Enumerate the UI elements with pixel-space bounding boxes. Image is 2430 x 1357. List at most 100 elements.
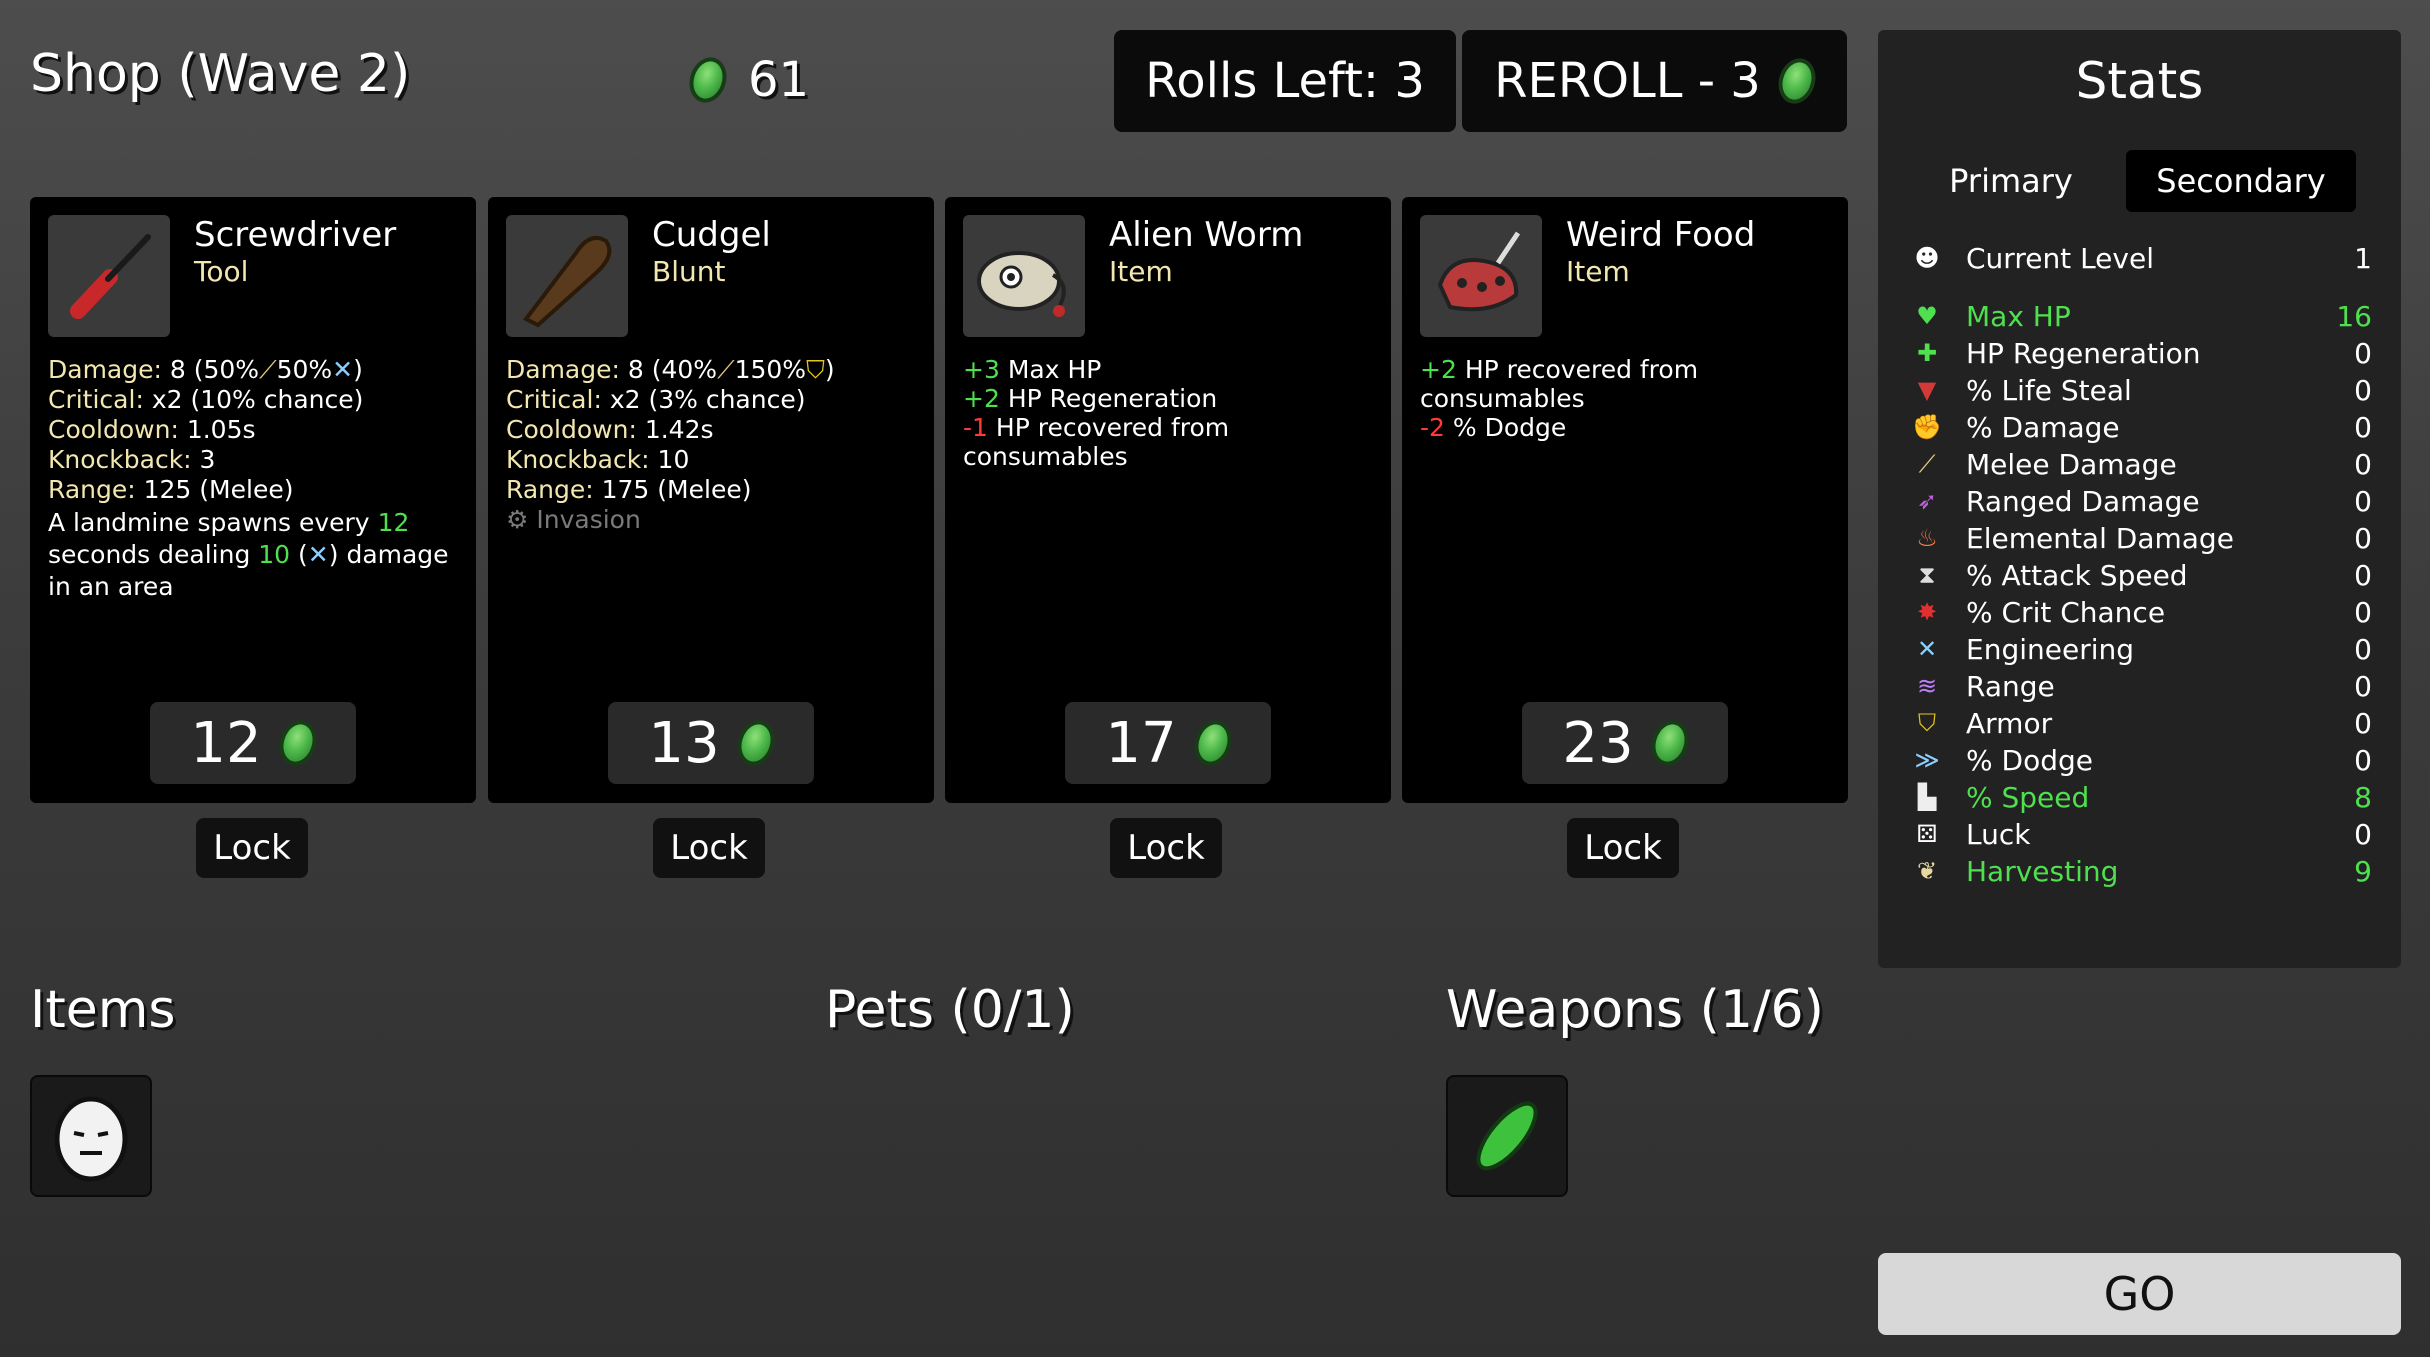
item-type: Blunt xyxy=(652,255,726,288)
effect-value: 10 xyxy=(258,540,291,569)
stat-value: 0 xyxy=(2354,817,2372,851)
level-icon: ☻ xyxy=(1914,244,1940,272)
item-type: Item xyxy=(1566,255,1630,288)
item-slot[interactable] xyxy=(30,1075,152,1197)
stat-value: 0 xyxy=(2354,743,2372,777)
reroll-button[interactable]: REROLL - 3 xyxy=(1462,30,1847,132)
life-steal-icon: ▼ xyxy=(1917,376,1937,404)
hourglass-icon: ⧗ xyxy=(1918,561,1936,589)
price-tag[interactable]: 13 xyxy=(608,702,814,784)
stat-value: 1 xyxy=(2354,241,2372,275)
sword-icon: ⟋ xyxy=(1918,450,1936,478)
material-icon xyxy=(1772,53,1822,109)
cudgel-icon xyxy=(506,215,628,337)
effect-value: +3 xyxy=(963,355,1000,384)
gear-icon: ⚙ xyxy=(506,505,529,534)
stat-value: 50% xyxy=(276,355,333,384)
stat-value: x2 (3% chance) xyxy=(609,385,806,414)
stat-value: 0 xyxy=(2354,595,2372,629)
stat-label: Range: xyxy=(506,475,594,504)
item-description: +2 HP recovered from consumables -2 % Do… xyxy=(1420,355,1834,442)
stat-value: 8 (50% xyxy=(169,355,260,384)
stat-name: Range xyxy=(1966,669,2055,703)
shop-card-alien-worm[interactable]: Alien Worm Item +3 Max HP +2 HP Regenera… xyxy=(945,197,1391,803)
stat-value: 0 xyxy=(2354,706,2372,740)
reroll-label: REROLL - 3 xyxy=(1494,53,1761,109)
material-icon xyxy=(731,715,780,771)
weapons-heading: Weapons (1/6) xyxy=(1446,980,1824,1040)
stat-label: Range: xyxy=(48,475,136,504)
stat-value: 16 xyxy=(2336,299,2372,333)
stat-value: 1.42s xyxy=(644,415,714,444)
gold-amount: 61 xyxy=(748,52,810,108)
stat-row: ♥ Max HP 16 xyxy=(1912,298,2372,334)
material-icon xyxy=(1188,715,1237,771)
tab-secondary[interactable]: Secondary xyxy=(2126,150,2356,212)
stat-row: ✚ HP Regeneration 0 xyxy=(1912,335,2372,371)
effect-value: 12 xyxy=(377,508,410,537)
item-name: Weird Food xyxy=(1566,215,1756,255)
lock-button[interactable]: Lock xyxy=(653,818,765,878)
effect-value: +2 xyxy=(1420,355,1457,384)
shop-card-cudgel[interactable]: Cudgel Blunt Damage: 8 (40%⟋150%⛉) Criti… xyxy=(488,197,934,803)
weird-food-icon xyxy=(1420,215,1542,337)
effect-text: ( xyxy=(298,540,308,569)
dodge-icon: ≫ xyxy=(1914,746,1940,774)
stat-value: 0 xyxy=(2354,632,2372,666)
stat-row: ▙ % Speed 8 xyxy=(1912,779,2372,815)
lock-button[interactable]: Lock xyxy=(1567,818,1679,878)
item-description: Damage: 8 (40%⟋150%⛉) Critical: x2 (3% c… xyxy=(506,355,920,535)
effect-text: HP recovered from xyxy=(995,413,1230,442)
shop-card-screwdriver[interactable]: Screwdriver Tool Damage: 8 (50%⟋50%✕) Cr… xyxy=(30,197,476,803)
tab-primary[interactable]: Primary xyxy=(1926,150,2096,212)
stat-value: 1.05s xyxy=(186,415,256,444)
price-tag[interactable]: 23 xyxy=(1522,702,1728,784)
wrench-icon: ✕ xyxy=(1916,635,1938,663)
rolls-left-label: Rolls Left: 3 xyxy=(1114,30,1456,132)
engineering-icon: ✕ xyxy=(307,540,329,569)
stat-value: ) xyxy=(353,355,363,384)
stat-label: Cooldown: xyxy=(48,415,179,444)
material-icon xyxy=(1645,715,1694,771)
price-tag[interactable]: 12 xyxy=(150,702,356,784)
effect-value: +2 xyxy=(963,384,1000,413)
stat-label: Damage: xyxy=(506,355,620,384)
shop-card-weird-food[interactable]: Weird Food Item +2 HP recovered from con… xyxy=(1402,197,1848,803)
potato-icon xyxy=(54,1096,128,1182)
item-type: Tool xyxy=(194,255,249,288)
stat-name: % Dodge xyxy=(1966,743,2093,777)
effect-text: Max HP xyxy=(1007,355,1102,384)
stat-row: ✕ Engineering 0 xyxy=(1912,631,2372,667)
stat-name: Max HP xyxy=(1966,299,2071,333)
item-description: Damage: 8 (50%⟋50%✕) Critical: x2 (10% c… xyxy=(48,355,462,603)
stat-label: Knockback: xyxy=(48,445,192,474)
wheat-icon: ❦ xyxy=(1916,857,1938,885)
stat-row: ✸ % Crit Chance 0 xyxy=(1912,594,2372,630)
item-name: Alien Worm xyxy=(1109,215,1304,255)
stat-label: Cooldown: xyxy=(506,415,637,444)
price-tag[interactable]: 17 xyxy=(1065,702,1271,784)
stat-value: 10 xyxy=(657,445,690,474)
stat-name: % Crit Chance xyxy=(1966,595,2166,629)
stat-value: 150% xyxy=(734,355,807,384)
go-button[interactable]: GO xyxy=(1878,1253,2401,1335)
stat-label: Critical: xyxy=(48,385,144,414)
stat-name: Harvesting xyxy=(1966,854,2119,888)
stat-row: ⧗ % Attack Speed 0 xyxy=(1912,557,2372,593)
regen-icon: ✚ xyxy=(1916,339,1938,367)
stat-value: ) xyxy=(824,355,835,384)
price-value: 13 xyxy=(648,710,720,776)
alien-worm-icon xyxy=(963,215,1085,337)
stat-name: Elemental Damage xyxy=(1966,521,2234,555)
item-description: +3 Max HP +2 HP Regeneration -1 HP recov… xyxy=(963,355,1377,471)
effect-text: HP Regeneration xyxy=(1007,384,1218,413)
effect-text: ) damage xyxy=(328,540,449,569)
boot-icon: ▙ xyxy=(1917,783,1937,811)
shield-icon: ⛉ xyxy=(1918,709,1936,737)
weapon-slot[interactable] xyxy=(1446,1075,1568,1197)
lock-button[interactable]: Lock xyxy=(1110,818,1222,878)
stat-value: 8 (40% xyxy=(627,355,718,384)
lock-button[interactable]: Lock xyxy=(196,818,308,878)
crit-icon: ✸ xyxy=(1916,598,1938,626)
item-name: Cudgel xyxy=(652,215,771,255)
